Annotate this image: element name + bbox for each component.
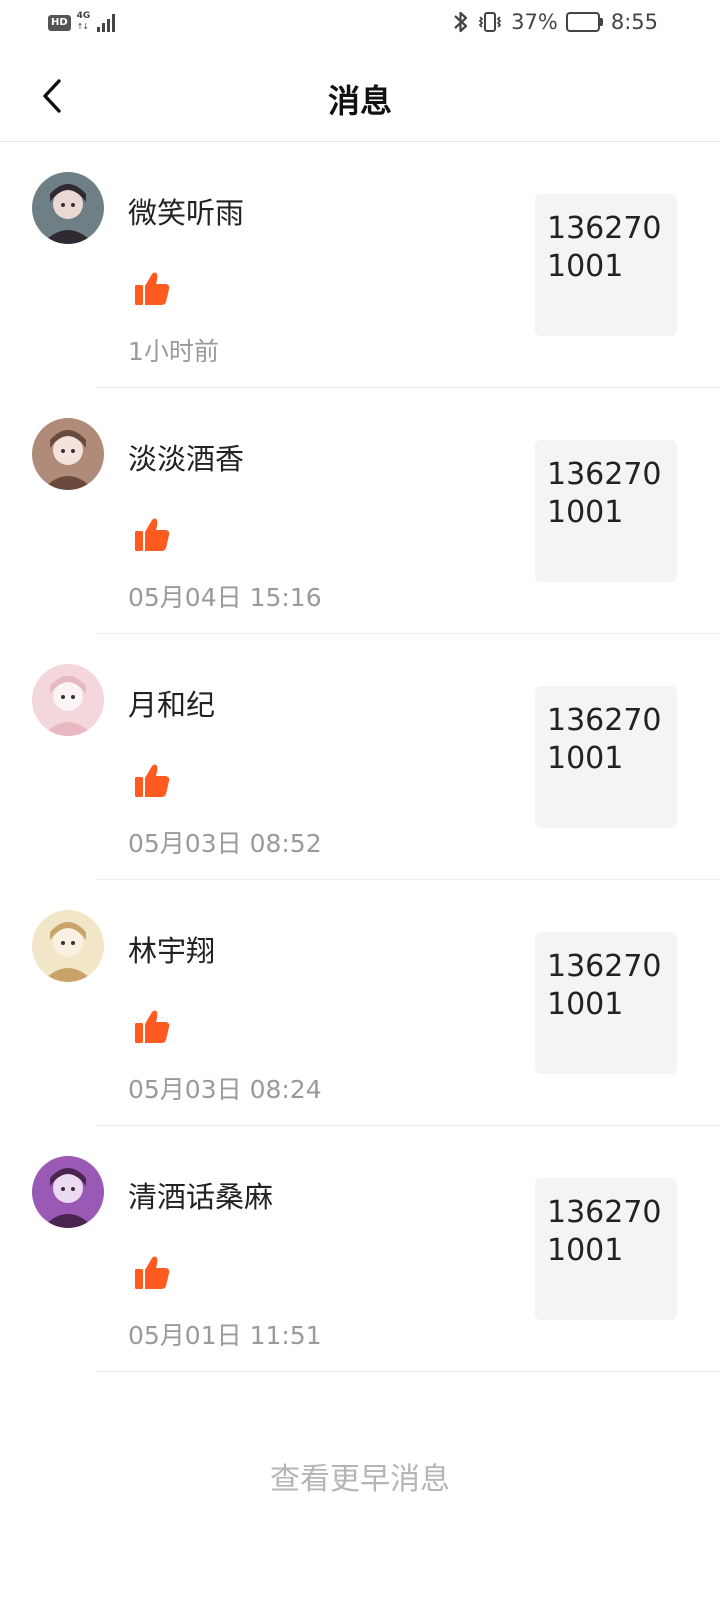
thumbs-up-icon	[135, 272, 170, 305]
view-earlier-messages-link[interactable]: 查看更早消息	[0, 1454, 720, 1498]
page-title: 消息	[327, 82, 392, 120]
timestamp: 1小时前	[128, 337, 219, 366]
username[interactable]: 月和纪	[128, 682, 215, 724]
message-item[interactable]: 林宇翔 05月03日 08:24 1362701001	[0, 880, 720, 1126]
thumbs-up-icon	[135, 518, 170, 551]
status-right: 37% 8:55	[453, 10, 658, 34]
username[interactable]: 清酒话桑麻	[128, 1174, 273, 1216]
avatar[interactable]	[32, 1156, 104, 1228]
clock: 8:55	[610, 10, 658, 34]
battery-icon	[565, 12, 603, 32]
thumbs-up-icon	[135, 764, 170, 797]
avatar[interactable]	[32, 910, 104, 982]
message-item[interactable]: 月和纪 05月03日 08:52 1362701001	[0, 634, 720, 880]
thumbs-up-icon	[135, 1010, 170, 1043]
timestamp: 05月03日 08:24	[128, 1075, 322, 1104]
post-thumbnail[interactable]: 1362701001	[535, 1178, 677, 1320]
bluetooth-icon	[454, 11, 468, 33]
battery-percent: 37%	[511, 10, 558, 34]
message-item[interactable]: 清酒话桑麻 05月01日 11:51 1362701001	[0, 1126, 720, 1372]
avatar[interactable]	[32, 418, 104, 490]
message-item[interactable]: 淡淡酒香 05月04日 15:16 1362701001	[0, 388, 720, 634]
post-thumbnail[interactable]: 1362701001	[535, 686, 677, 828]
timestamp: 05月03日 08:52	[128, 829, 322, 858]
signal-icon	[96, 14, 115, 32]
hd-icon: HD	[48, 15, 71, 31]
network-4g-icon: 4G ↑↓	[76, 11, 91, 31]
divider	[96, 1371, 720, 1372]
timestamp: 05月01日 11:51	[128, 1321, 322, 1350]
username[interactable]: 林宇翔	[128, 928, 215, 970]
post-thumbnail[interactable]: 1362701001	[535, 932, 677, 1074]
avatar[interactable]	[32, 172, 104, 244]
message-list: 微笑听雨 1小时前 1362701001 淡淡酒香 05月04日 15:16 1…	[0, 142, 720, 1372]
thumbs-up-icon	[135, 1256, 170, 1289]
post-thumbnail[interactable]: 1362701001	[535, 440, 677, 582]
message-item[interactable]: 微笑听雨 1小时前 1362701001	[0, 142, 720, 388]
post-thumbnail[interactable]: 1362701001	[535, 194, 677, 336]
avatar[interactable]	[32, 664, 104, 736]
username[interactable]: 微笑听雨	[128, 190, 244, 232]
header: 消息	[0, 50, 720, 142]
vibrate-icon	[477, 10, 503, 34]
timestamp: 05月04日 15:16	[128, 583, 322, 612]
username[interactable]: 淡淡酒香	[128, 436, 244, 478]
status-left: HD 4G ↑↓	[48, 11, 115, 34]
status-bar: HD 4G ↑↓ 37% 8:55	[0, 0, 720, 50]
